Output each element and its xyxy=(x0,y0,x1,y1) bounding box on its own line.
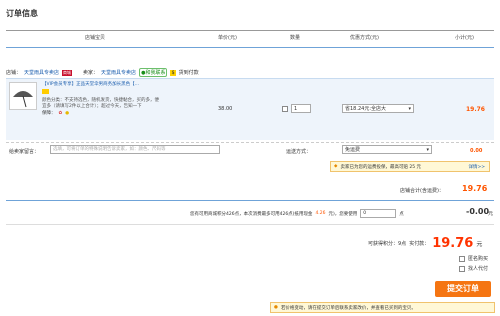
shipping-label: 运送方式： xyxy=(286,149,312,155)
seller-label: 卖家： xyxy=(83,70,99,76)
shop-total-label: 店铺合计(含运费)： xyxy=(400,188,444,194)
col-header-subtotal: 小计(元) xyxy=(455,35,474,41)
col-header-price: 单价(元) xyxy=(218,35,237,41)
message-label: 给卖家留言： xyxy=(9,149,40,155)
divider xyxy=(6,224,494,225)
item-title-link[interactable]: 【VIP会员专享】正品天堂伞男商务加长黑色【… xyxy=(42,82,162,88)
shop-label: 店铺： xyxy=(6,70,22,76)
warning-icon: ● xyxy=(274,305,278,310)
shipping-insurance-notice: ◆ 卖家已为您的运费投保，最高可赔 25 元 详情>> xyxy=(330,161,490,172)
col-header-item: 店铺宝贝 xyxy=(85,35,106,41)
points-deduct: -0.00 xyxy=(466,207,490,216)
cod-icon: $ xyxy=(170,69,176,76)
option-anonymous[interactable]: 匿名购买 xyxy=(459,255,488,262)
price-change-notice: ● 若价格变动，请在提交订单后联系卖家改价，并查看已买到的宝贝。 xyxy=(270,302,495,313)
discount-select[interactable]: 省18.24元:全店大 ▾ xyxy=(342,104,414,113)
divider xyxy=(6,142,494,143)
umbrella-icon xyxy=(13,91,33,108)
vip-badge-icon xyxy=(42,89,49,94)
pay-total: 19.76 xyxy=(432,236,474,251)
header-divider-blue xyxy=(6,47,494,48)
points-unit: 点 xyxy=(399,211,404,217)
anonymous-checkbox[interactable] xyxy=(459,255,465,262)
points-deduct-unit: 元 xyxy=(488,211,494,217)
col-header-discount: 优惠方式(元) xyxy=(350,35,379,41)
smile-icon: ● xyxy=(65,111,70,116)
pay-summary: 可获得积分：9点 实付款： 19.76 元 xyxy=(368,236,482,251)
option-proxy-pay[interactable]: 找人代付 xyxy=(459,265,488,272)
points-input[interactable]: 0 xyxy=(360,209,397,218)
quantity-input[interactable]: 1 xyxy=(291,104,311,113)
points-row: 您有可用商城积分426点，本次消费最多可用426点(抵用现金 4.26 元)，您… xyxy=(190,209,404,218)
points-text: 您有可用商城积分426点，本次消费最多可用426点(抵用现金 xyxy=(190,211,313,217)
chevron-down-icon: ▾ xyxy=(408,106,411,112)
item-desc: 颜色分类：不支持选色，随机发货，快捷黏合，买的多，便宜多（请填写2件以上合计）；… xyxy=(42,98,159,109)
guarantee-label: 保障： xyxy=(42,111,56,116)
shop-line: 店铺： 天堂雨具专卖店 商城 卖家： 天堂雨具专卖店 ●和我联系 $ 货到付款 xyxy=(6,68,199,77)
submit-order-button[interactable]: 提交订单 xyxy=(435,281,491,297)
points-cash: 4.26 xyxy=(315,211,326,216)
shipping-fee: 0.00 xyxy=(470,148,483,154)
insurance-detail-link[interactable]: 详情>> xyxy=(468,164,485,170)
message-input[interactable]: 选填，可将订单的特殊说明告诉卖家，如：颜色、尺码等 xyxy=(50,145,220,154)
points-earn: 可获得积分：9点 xyxy=(368,241,407,247)
col-header-quantity: 数量 xyxy=(290,35,301,41)
contact-seller-button[interactable]: ●和我联系 xyxy=(139,68,168,77)
item-subtotal: 19.76 xyxy=(466,106,485,113)
shop-name-link[interactable]: 天堂雨具专卖店 xyxy=(24,69,59,76)
guarantee-icon: ✿ xyxy=(58,111,63,116)
item-price: 38.00 xyxy=(218,106,233,112)
shield-icon: ◆ xyxy=(334,164,338,169)
page-title: 订单信息 xyxy=(6,9,38,18)
tmall-badge-icon: 商城 xyxy=(62,69,73,76)
seller-name-link[interactable]: 天堂雨具专卖店 xyxy=(101,69,136,76)
divider xyxy=(6,200,494,201)
proxy-pay-checkbox[interactable] xyxy=(459,265,465,272)
shipping-select[interactable]: 免运费 ▾ xyxy=(342,145,432,154)
header-divider xyxy=(6,30,494,31)
shop-total-value: 19.76 xyxy=(462,184,488,193)
chevron-down-icon: ▾ xyxy=(426,147,429,153)
points-text2: 元)，您要使用 xyxy=(328,211,358,217)
cod-label: 货到付款 xyxy=(178,70,199,76)
item-thumbnail[interactable] xyxy=(9,82,37,110)
pay-unit: 元 xyxy=(476,241,483,248)
quantity-decrease-button[interactable] xyxy=(282,105,288,112)
pay-label: 实付款： xyxy=(409,241,430,247)
